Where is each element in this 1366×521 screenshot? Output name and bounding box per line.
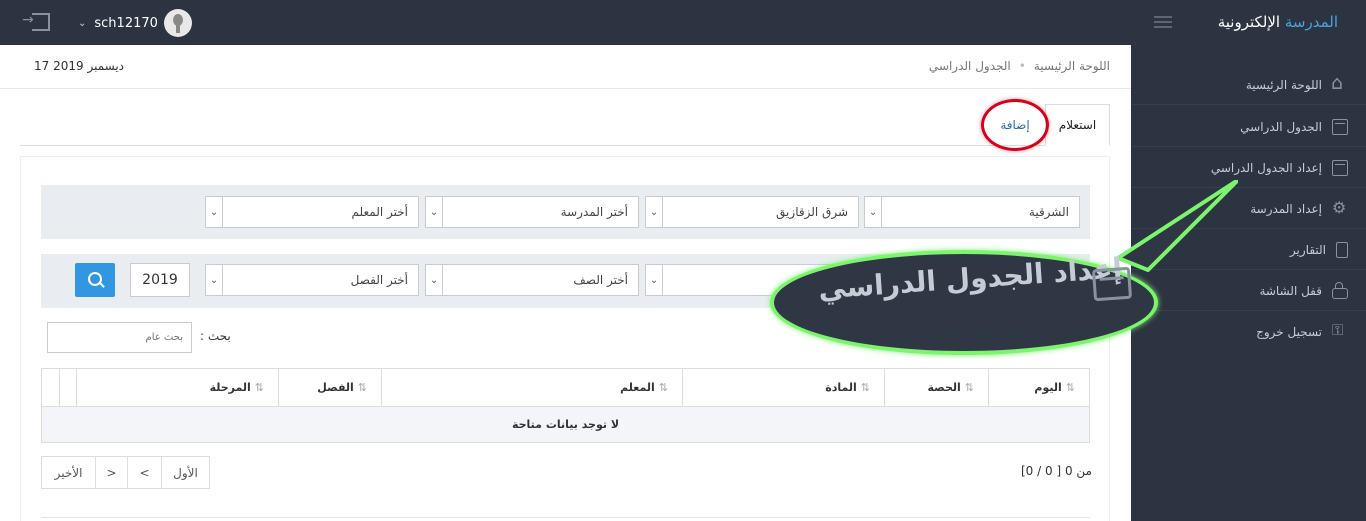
user-menu[interactable]: ⌄ sch12170 xyxy=(78,8,192,38)
lock-icon xyxy=(1332,281,1348,299)
search-input[interactable] xyxy=(47,322,192,353)
calendar-icon xyxy=(1332,159,1348,176)
divider xyxy=(0,88,1131,89)
sort-icon: ⇅ xyxy=(860,381,870,394)
breadcrumb-home[interactable]: اللوحة الرئيسية xyxy=(1034,59,1110,73)
chevron-down-icon: ⌄ xyxy=(206,197,223,227)
calendar-icon xyxy=(1332,118,1348,135)
empty-table-message: لا توجد بيانات متاحة xyxy=(42,406,1089,442)
sidebar-item-label: التقارير xyxy=(1289,242,1326,257)
column-header-stage[interactable]: المرحلة ⇅ xyxy=(76,369,278,406)
divider xyxy=(41,517,1090,518)
column-header-label: اليوم xyxy=(1034,381,1062,394)
menu-toggle-icon[interactable] xyxy=(1154,16,1172,29)
column-header-action xyxy=(59,369,76,406)
column-header-label: المعلم xyxy=(620,381,655,394)
select-value: أختر الصف xyxy=(573,273,628,287)
gear-icon xyxy=(1332,198,1348,217)
column-header-teacher[interactable]: المعلم ⇅ xyxy=(381,369,682,406)
tab-inquiry[interactable]: استعلام xyxy=(1045,104,1110,146)
brand-part2: الإلكترونية xyxy=(1217,13,1281,31)
sort-icon: ⇅ xyxy=(254,381,264,394)
highlight-circle xyxy=(981,99,1049,151)
column-header-label: الفصل xyxy=(317,381,354,394)
sidebar-item-label: اللوحة الرئيسية xyxy=(1245,77,1322,92)
column-header-class[interactable]: الفصل ⇅ xyxy=(278,369,381,406)
logout-icon[interactable] xyxy=(22,12,50,31)
select-value: أختر الفصل xyxy=(350,273,408,287)
brand-title: المدرسة الإلكترونية xyxy=(1218,13,1338,31)
sidebar-item-label: إعداد الجدول الدراسي xyxy=(1210,160,1322,175)
chevron-down-icon: ⌄ xyxy=(426,265,443,295)
year-input[interactable]: 2019 xyxy=(130,263,190,297)
pagination-last[interactable]: الأخير xyxy=(42,457,95,488)
school-select[interactable]: ⌄ أختر المدرسة xyxy=(425,196,639,228)
current-date: 17 ديسمبر 2019 xyxy=(34,59,125,73)
username: sch12170 xyxy=(94,15,158,31)
chevron-down-icon: ⌄ xyxy=(646,265,663,295)
column-header-period[interactable]: الحصة ⇅ xyxy=(884,369,988,406)
pagination-first[interactable]: الأول xyxy=(161,457,209,488)
select-value: أختر المدرسة xyxy=(560,205,628,219)
document-icon xyxy=(1336,241,1348,258)
column-header-subject[interactable]: المادة ⇅ xyxy=(682,369,884,406)
sidebar-item-label: تسجيل خروج xyxy=(1256,325,1322,339)
pagination-info: [0 / 0 ] من 0 xyxy=(1021,464,1092,478)
tab-bar: استعلام إضافة xyxy=(20,104,1110,146)
chevron-down-icon: ⌄ xyxy=(426,197,443,227)
sidebar-item-label: قفل الشاشة xyxy=(1259,283,1322,298)
key-icon xyxy=(1332,321,1348,340)
select-value: أختر المعلم xyxy=(351,205,408,219)
grade-select[interactable]: ⌄ أختر الصف xyxy=(425,264,639,296)
search-button[interactable] xyxy=(75,263,115,297)
search-label: بحث : xyxy=(200,329,231,343)
column-header-day[interactable]: اليوم ⇅ xyxy=(988,369,1089,406)
avatar xyxy=(163,9,192,37)
sort-icon: ⇅ xyxy=(357,381,367,394)
schedule-table: اليوم ⇅ الحصة ⇅ المادة ⇅ المعلم ⇅ الفصل … xyxy=(41,368,1090,443)
chevron-down-icon: ⌄ xyxy=(646,197,663,227)
column-header-label: المرحلة xyxy=(209,381,251,394)
sidebar-item-schedule[interactable]: الجدول الدراسي xyxy=(1131,107,1366,147)
sort-icon: ⇅ xyxy=(964,381,974,394)
top-bar: المدرسة الإلكترونية ⌄ sch12170 xyxy=(0,0,1366,45)
breadcrumb-current: الجدول الدراسي xyxy=(928,59,1011,73)
column-header-label: المادة xyxy=(825,381,857,394)
chevron-down-icon: ⌄ xyxy=(78,17,87,29)
sort-icon: ⇅ xyxy=(1065,381,1075,394)
sidebar-item-label: إعداد المدرسة xyxy=(1250,201,1322,216)
sidebar-item-dashboard[interactable]: اللوحة الرئيسية xyxy=(1131,65,1366,105)
pagination-next[interactable]: > xyxy=(95,457,127,488)
class-select[interactable]: ⌄ أختر الفصل xyxy=(205,264,419,296)
brand-part1: المدرسة xyxy=(1284,13,1338,31)
sort-icon: ⇅ xyxy=(658,381,668,394)
column-header-label: الحصة xyxy=(927,381,961,394)
chevron-down-icon: ⌄ xyxy=(206,265,223,295)
sidebar-item-label: الجدول الدراسي xyxy=(1240,119,1322,134)
pagination-prev[interactable]: < xyxy=(127,457,161,488)
pagination: الأخير > < الأول xyxy=(41,456,210,489)
calendar-icon xyxy=(1091,266,1133,302)
teacher-select[interactable]: ⌄ أختر المعلم xyxy=(205,196,419,228)
breadcrumb: اللوحة الرئيسية • الجدول الدراسي xyxy=(929,59,1110,73)
breadcrumb-separator: • xyxy=(1018,59,1026,73)
home-icon xyxy=(1331,72,1348,94)
